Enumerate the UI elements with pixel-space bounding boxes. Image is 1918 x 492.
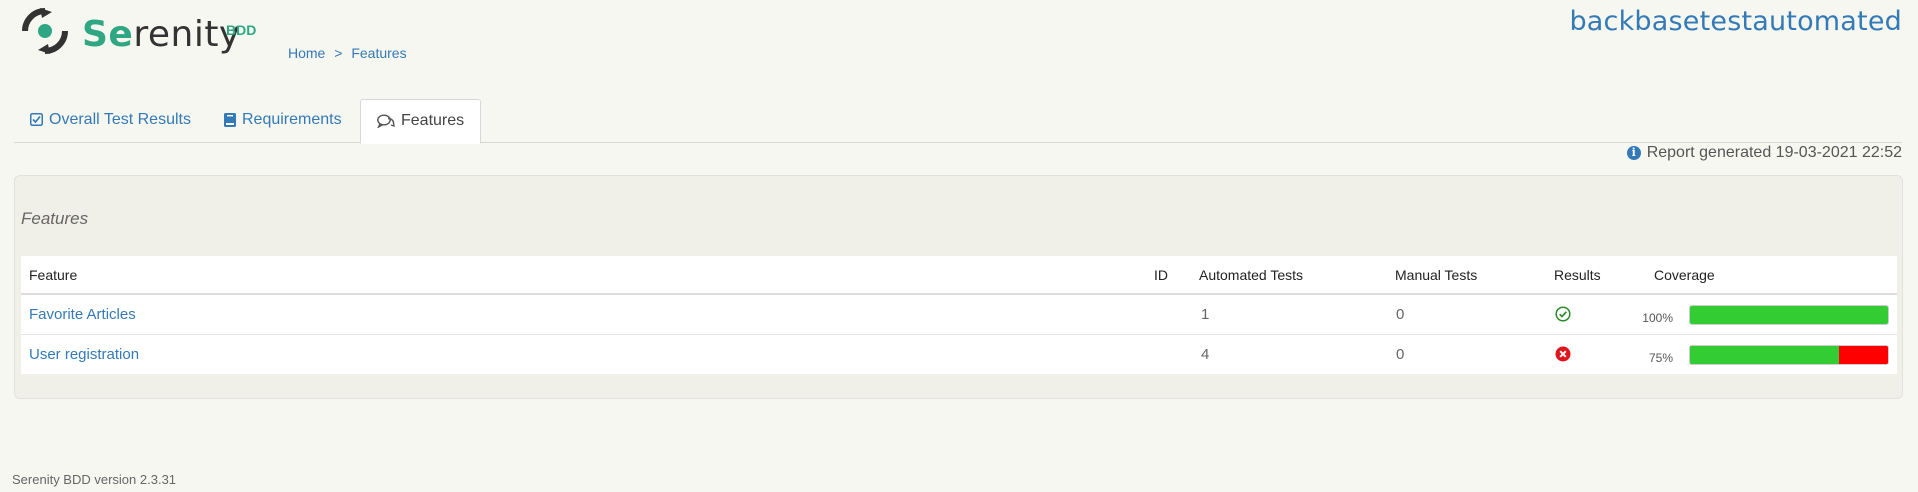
- column-header-feature[interactable]: Feature: [29, 267, 77, 283]
- comments-icon: [377, 114, 395, 128]
- logo-bdd: BDD: [226, 22, 257, 38]
- breadcrumb-current[interactable]: Features: [351, 45, 406, 61]
- tab-bar: Overall Test Results Requirements Featur…: [14, 99, 1902, 144]
- tab-label: Overall Test Results: [49, 111, 191, 128]
- features-panel: Features Feature ID Automated Tests Manu…: [14, 175, 1903, 399]
- features-table: Feature ID Automated Tests Manual Tests …: [21, 256, 1897, 374]
- book-icon: [224, 112, 236, 127]
- table-row: User registration 4 0 75%: [21, 335, 1897, 374]
- check-circle-icon: [1555, 306, 1571, 322]
- tab-overall-test-results[interactable]: Overall Test Results: [14, 99, 207, 141]
- coverage-bar: [1689, 345, 1889, 365]
- serenity-logo-icon: [21, 7, 69, 55]
- tab-requirements[interactable]: Requirements: [208, 99, 358, 141]
- coverage-pass-segment: [1690, 346, 1839, 364]
- logo-text: Serenity: [82, 14, 241, 55]
- breadcrumb-home[interactable]: Home: [288, 45, 325, 61]
- automated-tests-count: 4: [1201, 346, 1210, 363]
- checkbox-icon: [30, 113, 43, 127]
- column-header-id[interactable]: ID: [1154, 267, 1168, 283]
- error-circle-icon: [1555, 346, 1571, 362]
- coverage-percent: 75%: [1648, 351, 1673, 365]
- coverage-bar: [1689, 305, 1889, 325]
- tab-label: Requirements: [242, 111, 342, 128]
- project-title: backbasetestautomated: [1569, 6, 1902, 37]
- manual-tests-count: 0: [1396, 306, 1405, 323]
- feature-link[interactable]: Favorite Articles: [29, 306, 136, 323]
- coverage-fail-segment: [1838, 346, 1888, 364]
- coverage-pass-segment: [1690, 306, 1888, 324]
- manual-tests-count: 0: [1396, 346, 1405, 363]
- footer-version: Serenity BDD version 2.3.31: [12, 472, 177, 487]
- tab-label: Features: [401, 112, 465, 129]
- panel-title: Features: [21, 209, 89, 228]
- info-icon: i: [1626, 145, 1641, 160]
- breadcrumb: Home > Features: [288, 45, 407, 61]
- table-row: Favorite Articles 1 0 100%: [21, 295, 1897, 335]
- column-header-manual-tests[interactable]: Manual Tests: [1395, 267, 1477, 283]
- table-header: Feature ID Automated Tests Manual Tests …: [21, 256, 1897, 295]
- breadcrumb-separator: >: [334, 45, 343, 61]
- tab-features[interactable]: Features: [360, 99, 482, 144]
- column-header-coverage[interactable]: Coverage: [1654, 267, 1715, 283]
- column-header-results[interactable]: Results: [1554, 267, 1601, 283]
- automated-tests-count: 1: [1201, 306, 1210, 323]
- coverage-percent: 100%: [1642, 311, 1673, 325]
- report-generated: i Report generated 19-03-2021 22:52: [1626, 144, 1902, 162]
- column-header-automated-tests[interactable]: Automated Tests: [1199, 267, 1303, 283]
- feature-link[interactable]: User registration: [29, 346, 139, 363]
- header: Serenity BDD Home > Features backbasetes…: [0, 0, 1918, 70]
